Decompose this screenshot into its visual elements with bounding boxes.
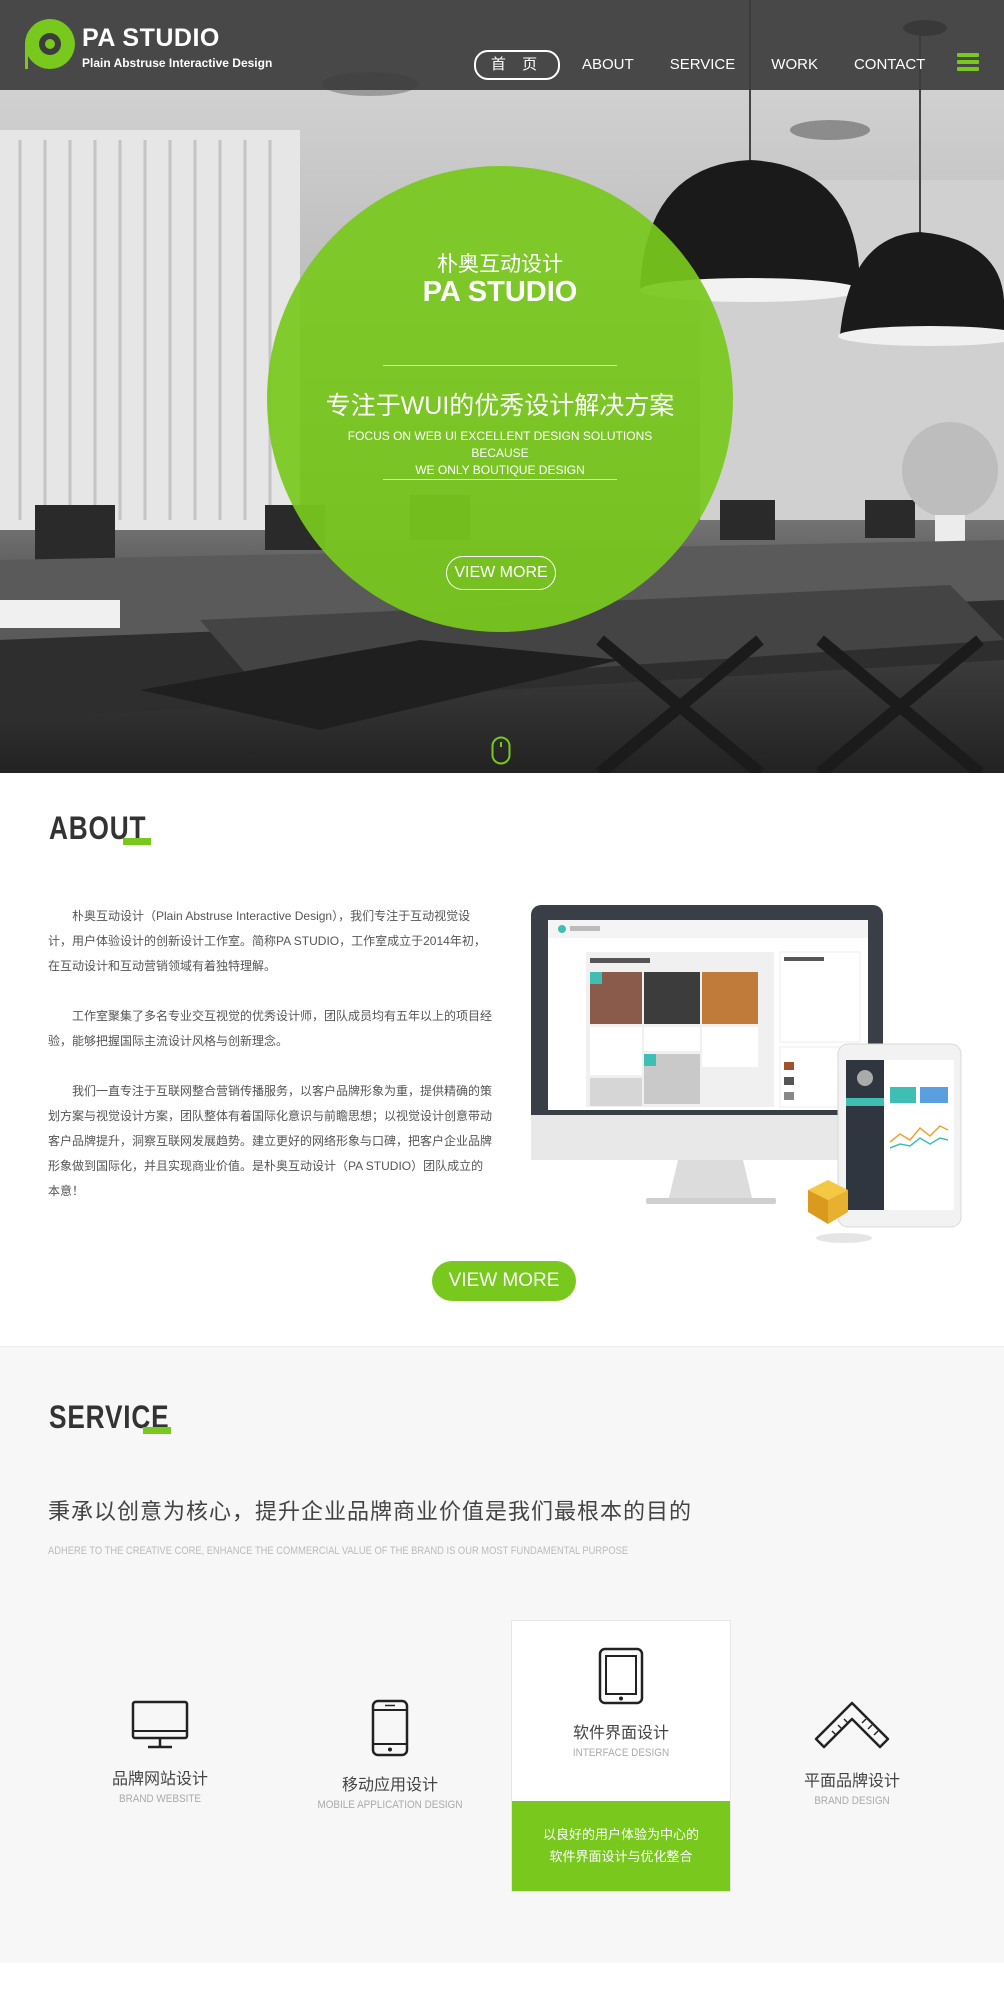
about-paragraph-2: 工作室聚集了多名专业交互视觉的优秀设计师，团队成员均有五年以上的项目经验，能够把… bbox=[48, 1009, 493, 1048]
brand-subtitle: Plain Abstruse Interactive Design bbox=[82, 56, 273, 70]
hero-en-title: PA STUDIO bbox=[422, 276, 578, 308]
service-item-mobile-app[interactable]: 移动应用设计 MOBILE APPLICATION DESIGN bbox=[290, 1699, 490, 1811]
hero-cn-title: 朴奥互动设计 bbox=[437, 253, 563, 276]
main-nav: 首 页 ABOUT SERVICE WORK CONTACT bbox=[474, 50, 961, 80]
service-description: 以良好的用户体验为中心的 软件界面设计与优化整合 bbox=[512, 1801, 730, 1891]
pa-logo-icon[interactable] bbox=[22, 16, 78, 72]
nav-about[interactable]: ABOUT bbox=[582, 52, 634, 78]
hero-divider-top bbox=[383, 365, 617, 366]
tablet-icon bbox=[598, 1647, 644, 1705]
about-view-more-button[interactable]: VIEW MORE bbox=[432, 1261, 576, 1301]
hero-banner: 朴奥互动设计 PA STUDIO 专注于WUI的优秀设计解决方案 FOCUS O… bbox=[0, 0, 1004, 773]
service-name-en: INTERFACE DESIGN bbox=[572, 1747, 670, 1759]
service-name: 平面品牌设计 bbox=[803, 1773, 900, 1790]
ruler-square-icon bbox=[814, 1701, 890, 1749]
service-subtitle: ADHERE TO THE CREATIVE CORE, ENHANCE THE… bbox=[48, 1545, 629, 1557]
hero-desc-line-1: FOCUS ON WEB UI EXCELLENT DESIGN SOLUTIO… bbox=[347, 429, 653, 460]
service-section: SERVICE 秉承以创意为核心，提升企业品牌商业价值是我们最根本的目的 ADH… bbox=[0, 1346, 1004, 1963]
service-slogan: 秉承以创意为核心，提升企业品牌商业价值是我们最根本的目的 bbox=[48, 1499, 693, 1524]
nav-work[interactable]: WORK bbox=[771, 52, 818, 78]
service-name-en: MOBILE APPLICATION DESIGN bbox=[317, 1799, 463, 1811]
service-item-brand-design[interactable]: 平面品牌设计 BRAND DESIGN bbox=[752, 1699, 952, 1807]
service-title-bar bbox=[143, 1427, 171, 1434]
hero-desc-line-2: WE ONLY BOUTIQUE DESIGN bbox=[415, 463, 585, 477]
top-header: PA STUDIO Plain Abstruse Interactive Des… bbox=[0, 0, 1004, 90]
nav-contact[interactable]: CONTACT bbox=[854, 52, 925, 78]
brand-name[interactable]: PA STUDIO bbox=[82, 24, 220, 53]
service-name: 软件界面设计 bbox=[572, 1725, 669, 1742]
service-name-en: BRAND DESIGN bbox=[814, 1795, 890, 1807]
hamburger-menu-icon[interactable] bbox=[957, 53, 979, 71]
service-name: 移动应用设计 bbox=[341, 1777, 438, 1794]
nav-service[interactable]: SERVICE bbox=[670, 52, 736, 78]
hero-green-circle: 朴奥互动设计 PA STUDIO 专注于WUI的优秀设计解决方案 FOCUS O… bbox=[267, 166, 733, 632]
about-paragraph-3: 我们一直专注于互联网整合营销传播服务，以客户品牌形象为重，提供精确的策划方案与视… bbox=[48, 1084, 493, 1198]
service-item-brand-website[interactable]: 品牌网站设计 BRAND WEBSITE bbox=[60, 1699, 260, 1805]
scroll-mouse-icon[interactable] bbox=[491, 736, 511, 765]
devices-mockup-image bbox=[531, 905, 962, 1243]
service-desc-line-2: 软件界面设计与优化整合 bbox=[549, 1849, 693, 1864]
about-title-bar bbox=[123, 838, 151, 845]
service-name-en: BRAND WEBSITE bbox=[119, 1793, 201, 1805]
hero-view-more-button[interactable]: VIEW MORE bbox=[446, 556, 556, 590]
service-name: 品牌网站设计 bbox=[111, 1771, 208, 1788]
service-item-interface-design[interactable]: 软件界面设计 INTERFACE DESIGN 以良好的用户体验为中心的 软件界… bbox=[511, 1620, 731, 1892]
about-text: 朴奥互动设计（Plain Abstruse Interactive Design… bbox=[48, 904, 493, 1229]
hero-slogan: 专注于WUI的优秀设计解决方案 bbox=[325, 392, 675, 420]
desktop-monitor-icon bbox=[131, 1700, 189, 1749]
hero-description: FOCUS ON WEB UI EXCELLENT DESIGN SOLUTIO… bbox=[327, 428, 673, 479]
about-paragraph-1: 朴奥互动设计（Plain Abstruse Interactive Design… bbox=[48, 909, 486, 973]
nav-home[interactable]: 首 页 bbox=[474, 50, 560, 80]
mobile-phone-icon bbox=[371, 1699, 409, 1757]
service-desc-line-1: 以良好的用户体验为中心的 bbox=[542, 1827, 699, 1842]
hero-divider-bottom bbox=[383, 479, 617, 480]
